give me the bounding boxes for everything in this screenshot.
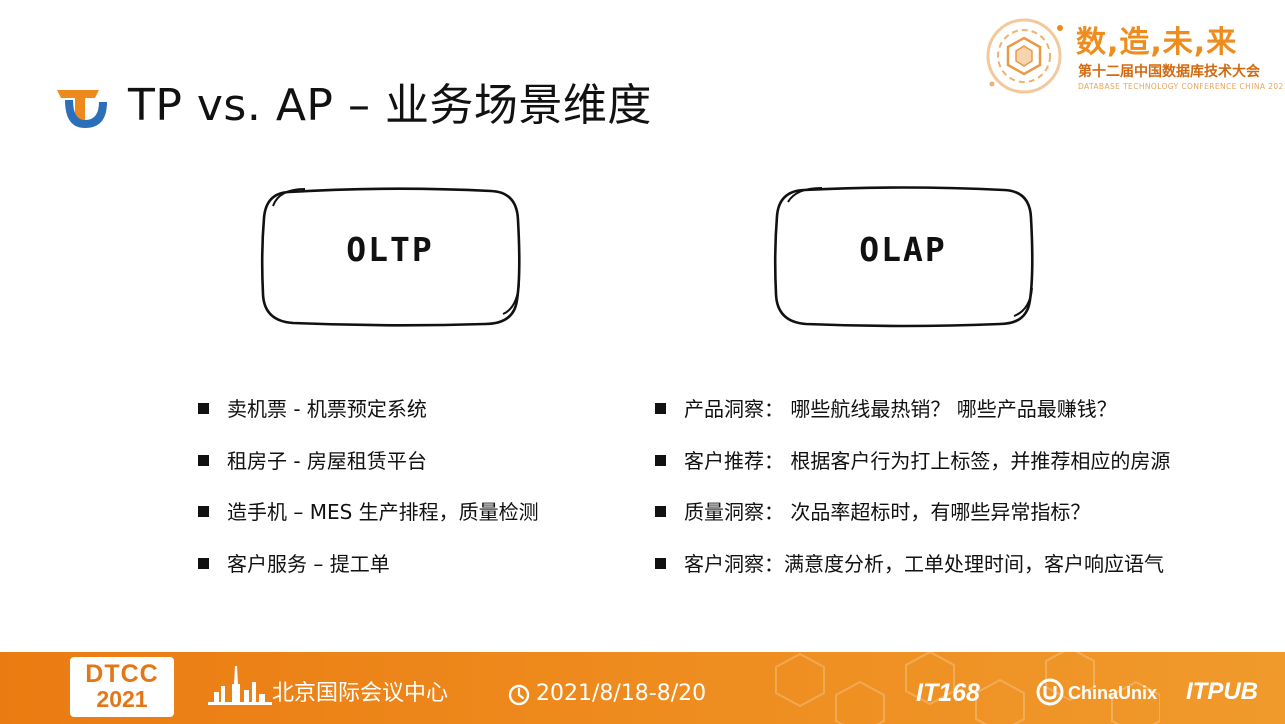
bullet-square-icon bbox=[198, 506, 209, 517]
bullet-text: 客户推荐： 根据客户行为打上标签，并推荐相应的房源 bbox=[684, 448, 1171, 473]
bullet-text: 产品洞察： 哪些航线最热销？ 哪些产品最赚钱？ bbox=[684, 397, 1117, 421]
chinaunix-logo-icon bbox=[1036, 678, 1064, 706]
bullet-square-icon bbox=[655, 454, 666, 466]
oltp-box: OLTP bbox=[259, 184, 521, 328]
dtcc-logo-text: DTCC bbox=[85, 660, 159, 688]
olap-label: OLAP bbox=[859, 230, 947, 269]
oltp-label: OLTP bbox=[346, 230, 434, 269]
bullet-square-icon bbox=[198, 557, 209, 569]
bullet-square-icon bbox=[198, 454, 209, 466]
olap-box: OLAP bbox=[772, 184, 1034, 328]
dtcc-logo: DTCC 2021 bbox=[70, 657, 174, 717]
dtcc-logo-year: 2021 bbox=[96, 686, 148, 712]
conference-logo: 数,造,未,来 第十二届中国数据库技术大会 DATABASE TECHNOLOG… bbox=[980, 12, 1285, 98]
bullet-text: 质量洞察： 次品率超标时，有哪些异常指标？ bbox=[684, 500, 1091, 524]
chinaunix-logo: ChinaUnix bbox=[1068, 683, 1158, 703]
footer-bar: DTCC 2021 北京国际会议中心 2021/8/18-8/20 IT168 bbox=[0, 652, 1285, 724]
clock-icon bbox=[508, 684, 530, 706]
bullet-text: 造手机 – MES 生产排程，质量检测 bbox=[227, 500, 539, 524]
conference-name: 第十二届中国数据库技术大会 bbox=[1078, 64, 1260, 80]
venue-text: 北京国际会议中心 bbox=[272, 681, 449, 706]
bullet-square-icon bbox=[655, 557, 666, 569]
city-skyline-icon bbox=[208, 666, 272, 705]
conference-english-name: DATABASE TECHNOLOGY CONFERENCE CHINA 202… bbox=[1078, 82, 1285, 91]
itpub-logo: ITPUB bbox=[1186, 678, 1258, 705]
conference-emblem-icon bbox=[980, 14, 1076, 96]
bullet-square-icon bbox=[655, 403, 666, 414]
bullet-square-icon bbox=[198, 403, 209, 414]
it168-logo: IT168 bbox=[916, 679, 980, 707]
bullet-text: 租房子 - 房屋租赁平台 bbox=[227, 448, 427, 473]
conference-slogan: 数,造,未,来 bbox=[1076, 25, 1238, 60]
bullet-text: 客户服务 – 提工单 bbox=[227, 551, 390, 576]
bullet-square-icon bbox=[655, 506, 666, 517]
slide: TP vs. AP – 业务场景维度 数,造,未,来 第十二届中国数据库技术大会… bbox=[0, 0, 1285, 724]
slide-title: TP vs. AP – 业务场景维度 bbox=[128, 80, 652, 131]
bullet-text: 卖机票 - 机票预定系统 bbox=[227, 397, 427, 421]
company-logo-icon bbox=[55, 86, 109, 130]
conference-dates: 2021/8/18-8/20 bbox=[536, 681, 707, 706]
bullet-text: 客户洞察：满意度分析，工单处理时间，客户响应语气 bbox=[684, 551, 1164, 576]
